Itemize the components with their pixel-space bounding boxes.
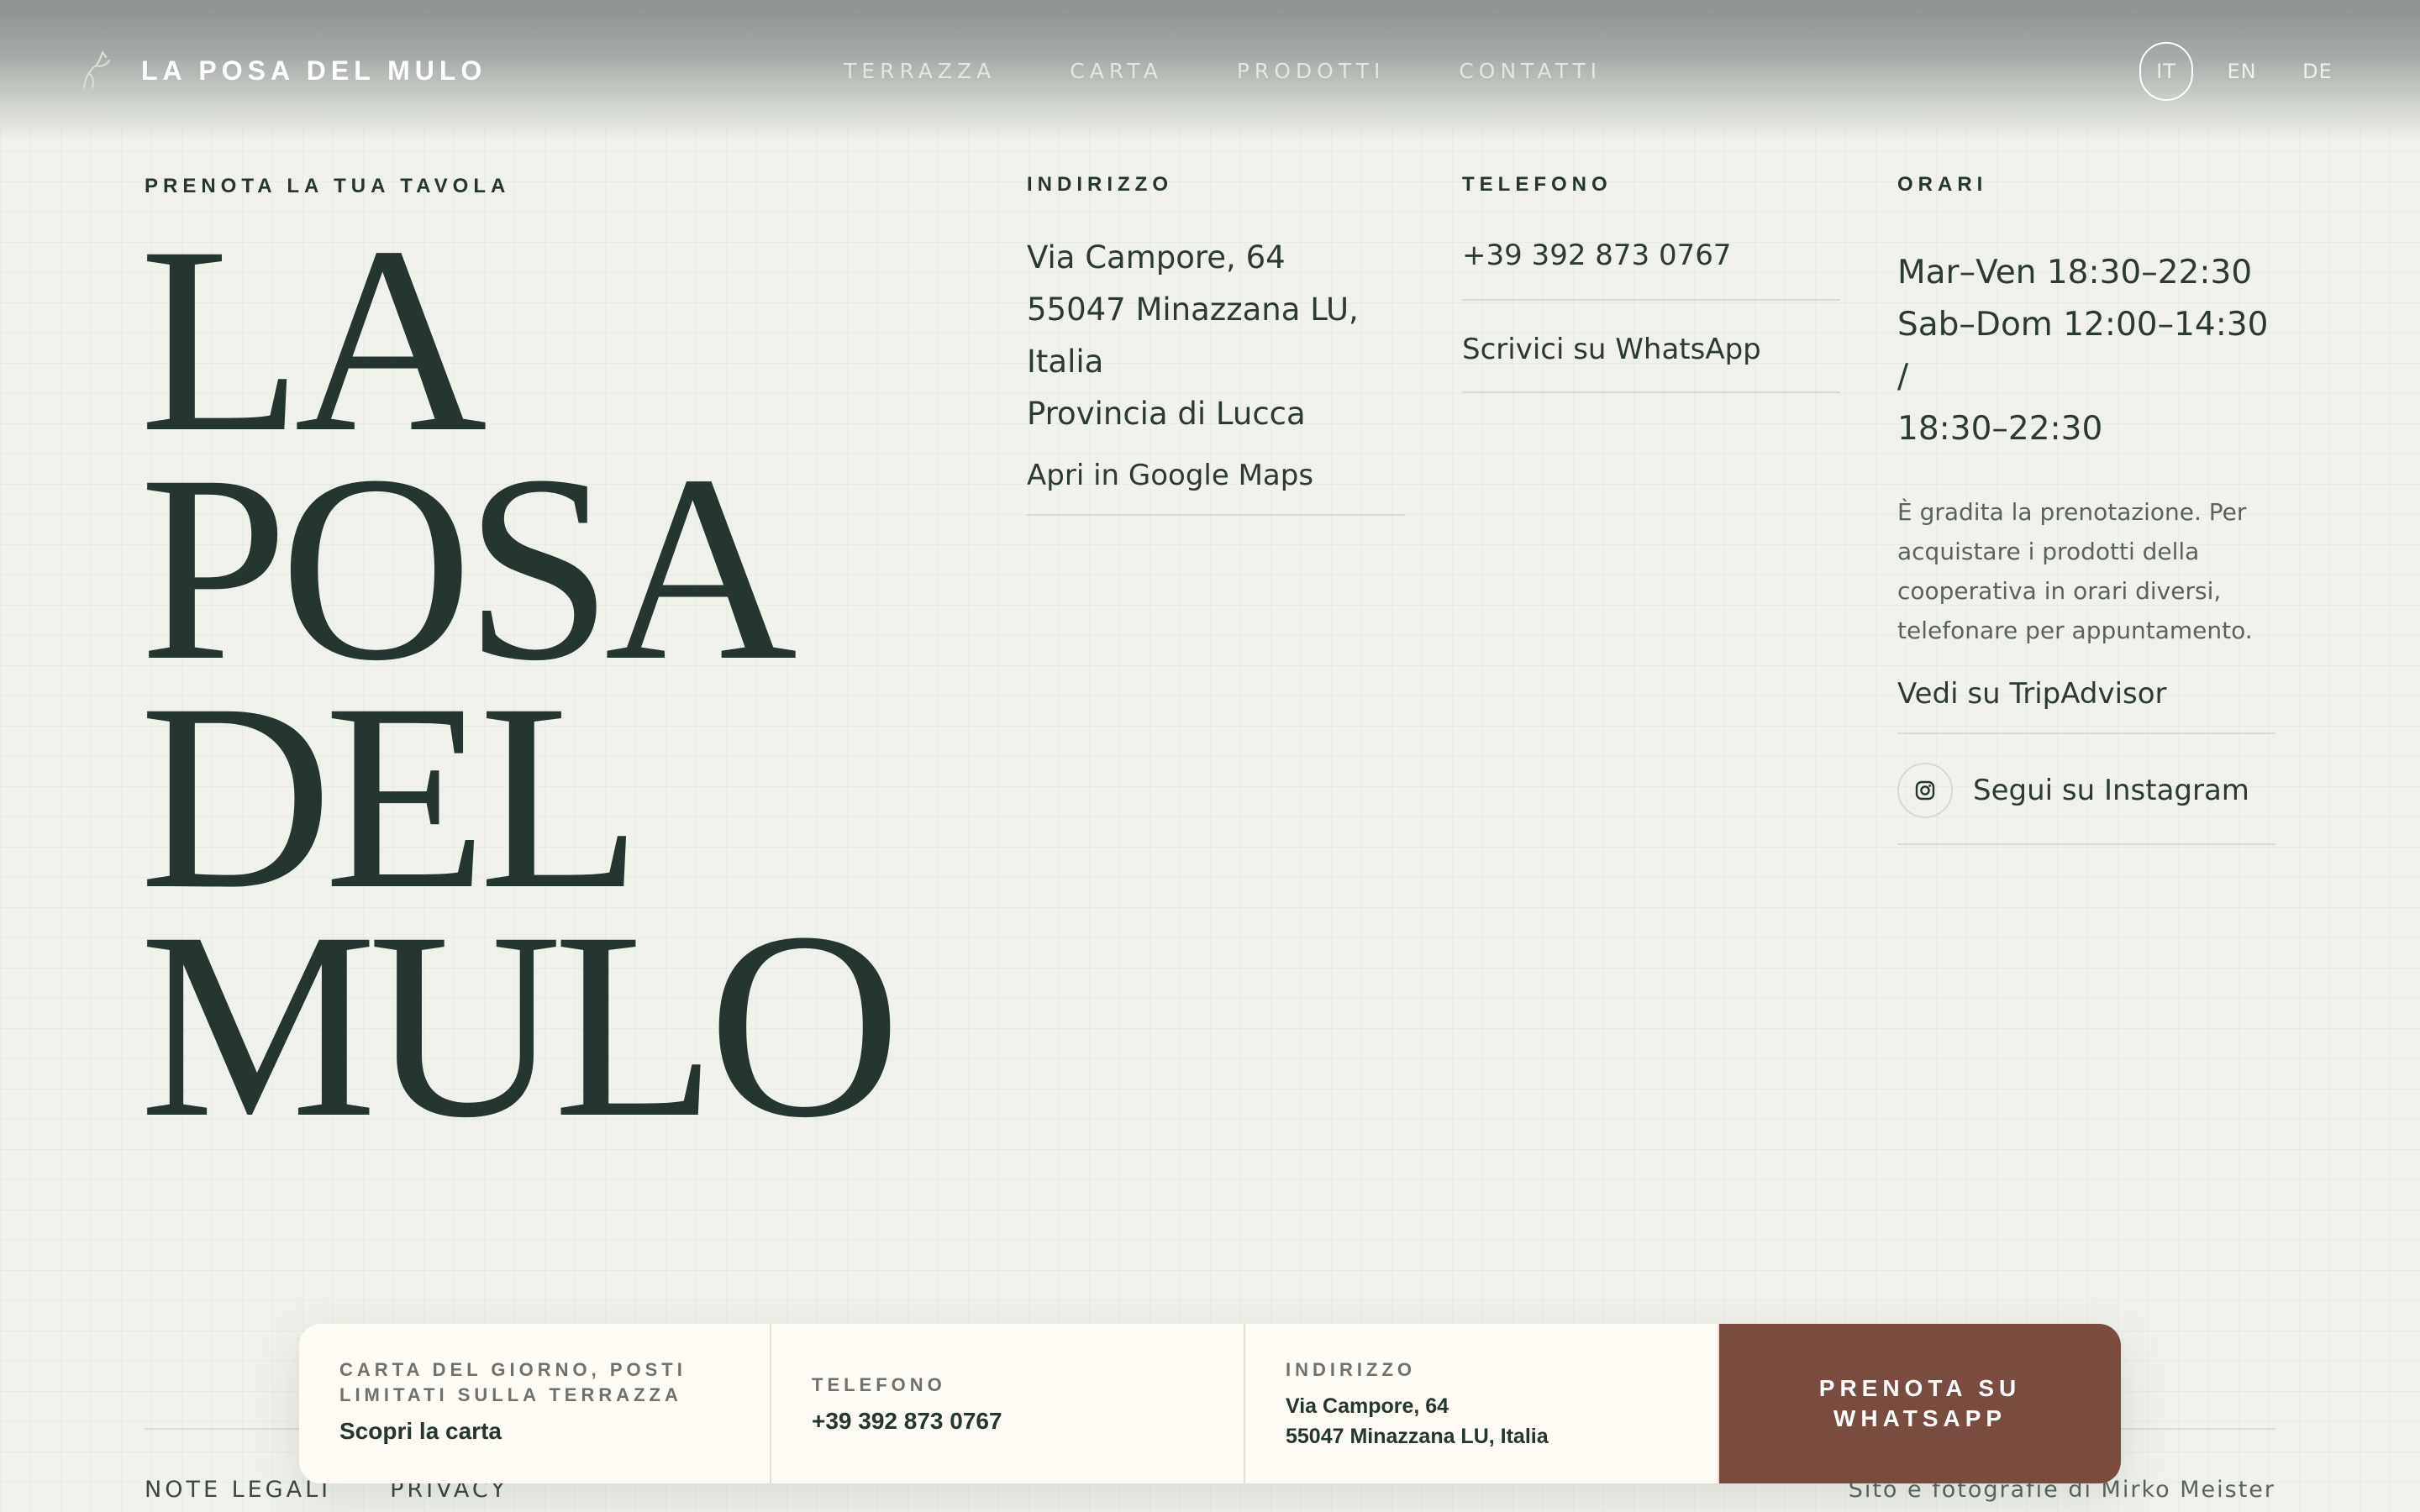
google-maps-link[interactable]: Apri in Google Maps: [1027, 459, 1405, 516]
hero-title: LA POSA DEL MULO: [139, 206, 980, 1173]
bar-phone-link[interactable]: +39 392 873 0767: [812, 1406, 1203, 1436]
hours-line: Mar–Ven 18:30–22:30: [1897, 254, 2253, 291]
hours-line: Sab–Dom 12:00–14:30 /: [1897, 306, 2269, 396]
mule-logo-icon[interactable]: [77, 49, 114, 92]
address-line: Provincia di Lucca: [1027, 396, 1306, 432]
address-line: 55047 Minazzana LU,: [1027, 291, 1359, 328]
address-cell: INDIRIZZO Via Campore, 64 55047 Minazzan…: [1245, 1324, 1719, 1483]
brand-name[interactable]: LA POSA DEL MULO: [141, 55, 487, 87]
hours-line: 18:30–22:30: [1897, 410, 2103, 448]
menu-cell: CARTA DEL GIORNO, POSTI LIMITATI SULLA T…: [299, 1324, 771, 1483]
hero-title-line: MULO: [139, 877, 901, 1173]
hours-column: ORARI Mar–Ven 18:30–22:30 Sab–Dom 12:00–…: [1897, 173, 2275, 845]
legal-notes-link[interactable]: NOTE LEGALI: [145, 1477, 331, 1503]
site-header: LA POSA DEL MULO TERRAZZA CARTA PRODOTTI…: [0, 0, 2420, 143]
phone-label: TELEFONO: [1462, 173, 1612, 196]
menu-label: CARTA DEL GIORNO, POSTI LIMITATI SULLA T…: [339, 1359, 687, 1405]
address-label: INDIRIZZO: [1027, 173, 1173, 196]
tripadvisor-link[interactable]: Vedi su TripAdvisor: [1897, 677, 2275, 734]
discover-menu-link[interactable]: Scopri la carta: [339, 1416, 729, 1446]
nav-carta[interactable]: CARTA: [1070, 59, 1163, 83]
language-switcher: IT EN DE: [2139, 42, 2344, 101]
bar-address-line: 55047 Minazzana LU, Italia: [1286, 1425, 1549, 1448]
phone-cell: TELEFONO +39 392 873 0767: [771, 1324, 1245, 1483]
bar-address-line: Via Campore, 64: [1286, 1394, 1449, 1418]
address-line: Italia: [1027, 344, 1104, 380]
instagram-link-label: Segui su Instagram: [1973, 774, 2249, 807]
reservation-note: È gradita la prenotazione. Per acquistar…: [1897, 498, 2253, 644]
nav-contatti[interactable]: CONTATTI: [1459, 59, 1602, 83]
lang-it-button[interactable]: IT: [2139, 42, 2193, 101]
bar-phone-label: TELEFONO: [812, 1374, 946, 1395]
whatsapp-link[interactable]: Scrivici su WhatsApp: [1462, 301, 1840, 393]
bar-address-label: INDIRIZZO: [1286, 1359, 1416, 1380]
nav-prodotti[interactable]: PRODOTTI: [1237, 59, 1386, 83]
hours-label: ORARI: [1897, 173, 1988, 196]
phone-column: TELEFONO +39 392 873 0767 Scrivici su Wh…: [1462, 173, 1840, 393]
booking-bar: CARTA DEL GIORNO, POSTI LIMITATI SULLA T…: [299, 1324, 2121, 1483]
instagram-link[interactable]: Segui su Instagram: [1897, 734, 2275, 845]
address-text: Via Campore, 64 55047 Minazzana LU, Ital…: [1027, 232, 1405, 440]
lang-en-button[interactable]: EN: [2215, 42, 2269, 101]
bar-address-link[interactable]: Via Campore, 64 55047 Minazzana LU, Ital…: [1286, 1391, 1677, 1452]
main-nav: TERRAZZA CARTA PRODOTTI CONTATTI: [844, 59, 1602, 83]
book-whatsapp-button[interactable]: PRENOTA SU WHATSAPP: [1719, 1324, 2121, 1483]
address-column: INDIRIZZO Via Campore, 64 55047 Minazzan…: [1027, 173, 1405, 516]
nav-terrazza[interactable]: TERRAZZA: [844, 59, 996, 83]
opening-hours: Mar–Ven 18:30–22:30 Sab–Dom 12:00–14:30 …: [1897, 247, 2275, 455]
lang-de-button[interactable]: DE: [2291, 42, 2344, 101]
instagram-icon: [1897, 763, 1953, 818]
address-line: Via Campore, 64: [1027, 239, 1286, 276]
phone-number-link[interactable]: +39 392 873 0767: [1462, 239, 1840, 301]
